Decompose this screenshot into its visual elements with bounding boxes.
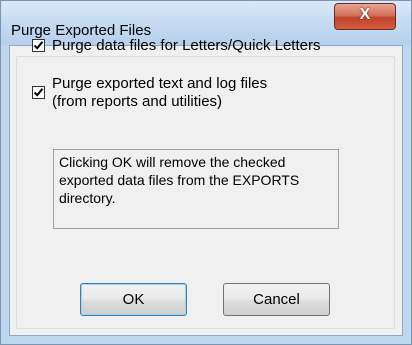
purge-exported-label-line1: Purge exported text and log files	[52, 75, 268, 92]
info-message: Clicking OK will remove the checked expo…	[53, 149, 339, 229]
checkmark-icon	[33, 88, 44, 97]
purge-letters-checkbox[interactable]	[32, 39, 45, 52]
purge-exported-label: Purge exported text and log files (from …	[52, 75, 267, 111]
ok-button[interactable]: OK	[80, 283, 187, 316]
dialog-window: Purge Exported Files X Purge data files …	[0, 0, 412, 345]
cancel-button[interactable]: Cancel	[223, 283, 330, 316]
purge-letters-label: Purge data files for Letters/Quick Lette…	[52, 37, 321, 54]
close-icon: X	[359, 6, 371, 23]
purge-exported-checkbox[interactable]	[32, 86, 45, 99]
purge-exported-label-line2: (from reports and utilities)	[52, 93, 223, 110]
checkmark-icon	[33, 41, 44, 50]
purge-letters-option[interactable]: Purge data files for Letters/Quick Lette…	[32, 37, 320, 55]
close-button[interactable]: X	[334, 3, 396, 30]
purge-exported-option[interactable]: Purge exported text and log files (from …	[32, 75, 267, 111]
